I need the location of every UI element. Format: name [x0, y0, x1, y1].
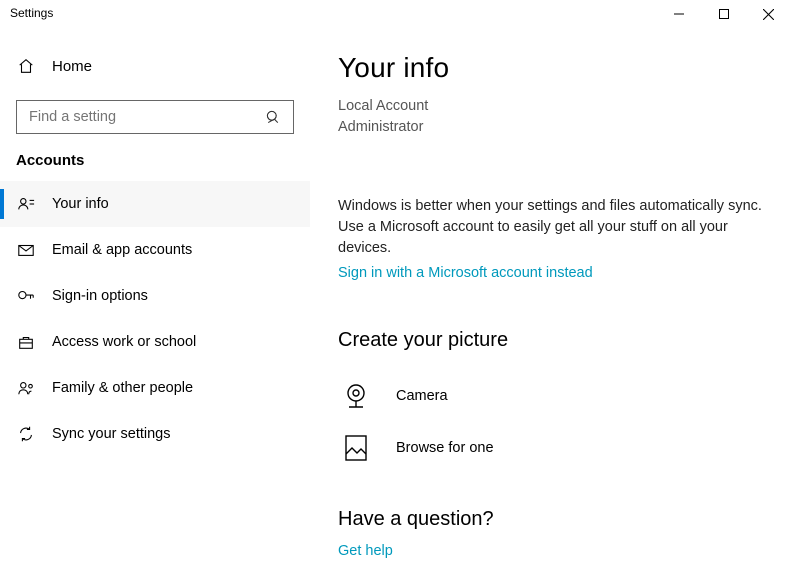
sidebar-item-your-info[interactable]: Your info: [0, 181, 310, 227]
picture-heading: Create your picture: [338, 329, 763, 352]
search-icon: [263, 107, 283, 127]
briefcase-icon: [16, 332, 36, 352]
sidebar-item-label: Sync your settings: [52, 426, 170, 442]
camera-option[interactable]: Camera: [338, 370, 763, 422]
sync-icon: [16, 424, 36, 444]
maximize-button[interactable]: [701, 0, 746, 28]
browse-option[interactable]: Browse for one: [338, 422, 763, 474]
sidebar-item-family[interactable]: Family & other people: [0, 365, 310, 411]
mail-icon: [16, 240, 36, 260]
home-button[interactable]: Home: [0, 46, 310, 86]
account-type: Local Account: [338, 96, 763, 117]
sync-description: Windows is better when your settings and…: [338, 196, 763, 259]
content-area: Your info Local Account Administrator Wi…: [310, 32, 791, 576]
people-icon: [16, 378, 36, 398]
search-box[interactable]: [16, 100, 294, 134]
account-role: Administrator: [338, 117, 763, 138]
window-title: Settings: [10, 0, 53, 20]
sidebar-item-email[interactable]: Email & app accounts: [0, 227, 310, 273]
camera-label: Camera: [396, 388, 448, 404]
signin-microsoft-link[interactable]: Sign in with a Microsoft account instead: [338, 265, 593, 281]
get-help-link[interactable]: Get help: [338, 543, 393, 559]
sidebar-item-label: Your info: [52, 196, 109, 212]
key-icon: [16, 286, 36, 306]
close-button[interactable]: [746, 0, 791, 28]
sidebar-item-signin[interactable]: Sign-in options: [0, 273, 310, 319]
sidebar-item-label: Sign-in options: [52, 288, 148, 304]
sidebar-item-label: Family & other people: [52, 380, 193, 396]
sidebar-item-label: Access work or school: [52, 334, 196, 350]
browse-icon: [338, 430, 374, 466]
sidebar: Home Accounts: [0, 32, 310, 576]
section-header: Accounts: [0, 152, 310, 169]
minimize-button[interactable]: [656, 0, 701, 28]
camera-icon: [338, 378, 374, 414]
person-card-icon: [16, 194, 36, 214]
home-icon: [16, 56, 36, 76]
home-label: Home: [52, 58, 92, 75]
sidebar-item-sync[interactable]: Sync your settings: [0, 411, 310, 457]
sidebar-item-label: Email & app accounts: [52, 242, 192, 258]
page-title: Your info: [338, 52, 763, 84]
search-input[interactable]: [27, 108, 263, 126]
browse-label: Browse for one: [396, 440, 494, 456]
question-heading: Have a question?: [338, 508, 763, 531]
sidebar-item-work[interactable]: Access work or school: [0, 319, 310, 365]
